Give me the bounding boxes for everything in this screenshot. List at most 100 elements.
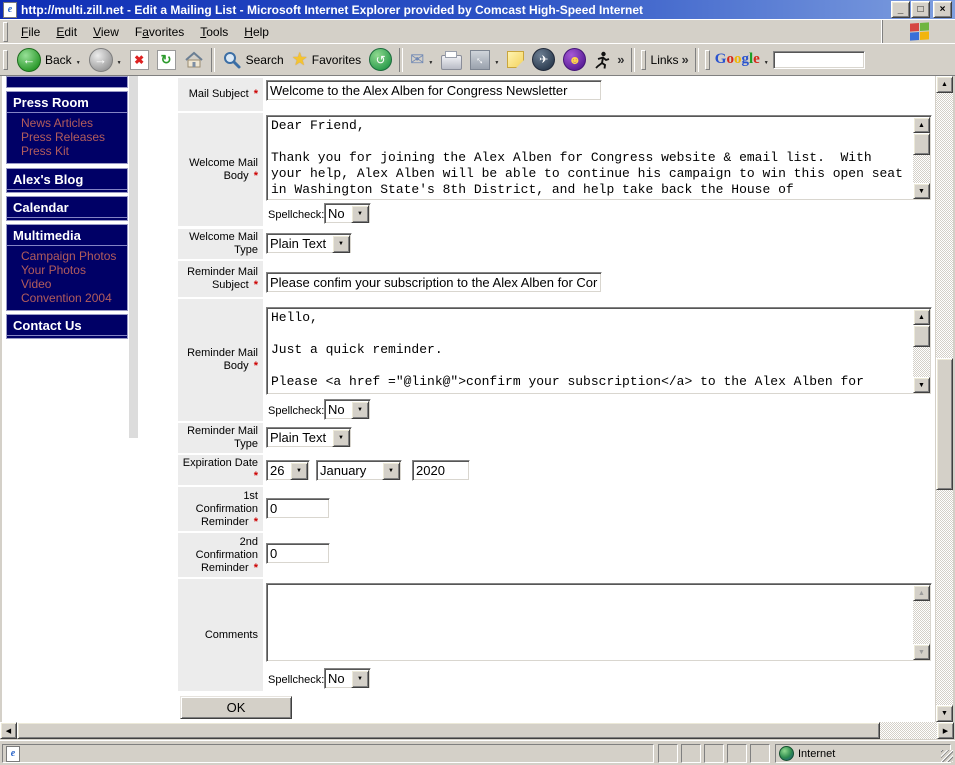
sidebar-item-press-room[interactable]: Press Room	[7, 92, 127, 113]
label-text: Expiration Date	[183, 457, 258, 469]
search-button[interactable]: Search	[218, 45, 288, 75]
scroll-track[interactable]	[913, 155, 930, 183]
dropdown-button[interactable]	[290, 462, 308, 480]
refresh-button[interactable]: ↻	[153, 45, 180, 75]
edit-dropdown-caret[interactable]	[494, 53, 499, 67]
vertical-scroll-thumb[interactable]	[936, 358, 953, 490]
scroll-track[interactable]	[913, 347, 930, 377]
menu-favorites[interactable]: Favorites	[127, 22, 192, 42]
comments-textarea[interactable]	[266, 583, 932, 662]
sidebar-item-contact-us[interactable]: Contact Us	[7, 315, 127, 336]
title-bar[interactable]: e http://multi.zill.net - Edit a Mailing…	[0, 0, 955, 19]
comments-spellcheck-select[interactable]: No	[324, 668, 371, 689]
aim-button[interactable]	[590, 45, 614, 75]
scroll-left-button[interactable]: ◀	[0, 722, 17, 739]
popup-blocker-button[interactable]: ✈	[528, 45, 559, 75]
maximize-button[interactable]: □	[911, 1, 930, 18]
toolbar-drag-grip[interactable]	[3, 50, 8, 70]
mail-button[interactable]: ✉	[406, 45, 437, 75]
scroll-up-button[interactable]: ▲	[913, 117, 930, 133]
first-confirmation-reminder-input[interactable]	[266, 498, 330, 519]
back-dropdown-caret[interactable]	[76, 53, 81, 67]
scroll-thumb[interactable]	[913, 133, 930, 155]
google-logo[interactable]: Google	[715, 51, 760, 68]
close-button[interactable]: ×	[933, 1, 952, 18]
ok-button[interactable]: OK	[180, 696, 292, 719]
menu-tools[interactable]: Tools	[192, 22, 236, 42]
scroll-right-button[interactable]: ▶	[937, 722, 954, 739]
expiration-day-select[interactable]: 26	[266, 460, 310, 481]
scroll-thumb[interactable]	[913, 325, 930, 347]
notes-button[interactable]	[503, 45, 528, 75]
edit-button[interactable]: ↔	[466, 45, 503, 75]
scroll-down-button[interactable]: ▼	[936, 705, 953, 722]
menu-file[interactable]: File	[13, 22, 48, 42]
select-value: No	[325, 206, 350, 221]
dropdown-button[interactable]	[351, 670, 369, 688]
required-marker: *	[254, 470, 258, 482]
sidebar-item-multimedia[interactable]: Multimedia	[7, 225, 127, 246]
sidebar-item-press-releases[interactable]: Press Releases	[7, 130, 127, 144]
back-button[interactable]: ← Back	[13, 45, 85, 75]
yahoo-messenger-button[interactable]: ☻	[559, 45, 590, 75]
search-icon	[222, 50, 242, 70]
expiration-year-input[interactable]	[412, 460, 470, 481]
links-drag-grip[interactable]	[641, 50, 646, 70]
label-reminder-mail-type: Reminder Mail Type	[178, 423, 263, 453]
welcome-body-spellcheck-select[interactable]: No	[324, 203, 371, 224]
sidebar-item-alexs-blog[interactable]: Alex's Blog	[7, 169, 127, 190]
favorites-button[interactable]: ★ Favorites	[288, 45, 366, 75]
dropdown-button[interactable]	[351, 401, 369, 419]
links-overflow-chevron[interactable]: »	[679, 52, 692, 67]
blocked-plane-icon: ✈	[532, 48, 555, 71]
sidebar-item-press-kit[interactable]: Press Kit	[7, 144, 127, 158]
welcome-mail-body-textarea[interactable]: Dear Friend, Thank you for joining the A…	[266, 115, 932, 201]
sidebar-item-news-articles[interactable]: News Articles	[7, 116, 127, 130]
menu-edit[interactable]: Edit	[48, 22, 85, 42]
required-marker: *	[254, 360, 258, 372]
reminder-body-spellcheck-select[interactable]: No	[324, 399, 371, 420]
sidebar-item-calendar[interactable]: Calendar	[7, 197, 127, 218]
scroll-down-button: ▼	[913, 644, 930, 660]
menu-view[interactable]: View	[85, 22, 127, 42]
sidebar-item-your-photos[interactable]: Your Photos	[7, 263, 127, 277]
home-button[interactable]	[180, 45, 208, 75]
google-drag-grip[interactable]	[705, 50, 710, 70]
history-button[interactable]: ↺	[365, 45, 396, 75]
reminder-mail-type-select[interactable]: Plain Text	[266, 427, 352, 448]
horizontal-scroll-thumb[interactable]	[17, 722, 880, 739]
second-confirmation-reminder-input[interactable]	[266, 543, 330, 564]
mail-dropdown-caret[interactable]	[428, 53, 433, 67]
expiration-month-select[interactable]: January	[316, 460, 402, 481]
minimize-button[interactable]: _	[891, 1, 910, 18]
menu-help[interactable]: Help	[236, 22, 277, 42]
forward-dropdown-caret[interactable]	[117, 53, 122, 67]
sidebar-item-campaign-photos[interactable]: Campaign Photos	[7, 249, 127, 263]
label-text: Reminder Mail Subject	[187, 266, 258, 291]
mail-subject-input[interactable]	[266, 80, 602, 101]
google-search-input[interactable]	[773, 51, 865, 69]
google-dropdown-caret[interactable]	[764, 51, 769, 69]
welcome-mail-type-select[interactable]: Plain Text	[266, 233, 352, 254]
scroll-up-button[interactable]: ▲	[913, 309, 930, 325]
sidebar-item-video[interactable]: Video	[7, 277, 127, 291]
reminder-mail-body-textarea[interactable]: Hello, Just a quick reminder. Please <a …	[266, 307, 932, 395]
scroll-down-button[interactable]: ▼	[913, 377, 930, 393]
print-button[interactable]	[437, 45, 466, 75]
sidebar-item-convention-2004[interactable]: Convention 2004	[7, 291, 127, 305]
menu-drag-grip[interactable]	[3, 22, 8, 42]
stop-button[interactable]: ✖	[126, 45, 153, 75]
reminder-mail-subject-input[interactable]	[266, 272, 602, 293]
status-pane	[704, 744, 724, 763]
dropdown-button[interactable]	[351, 205, 369, 223]
dropdown-button[interactable]	[332, 429, 350, 447]
toolbar-overflow-chevron[interactable]: »	[614, 52, 627, 67]
forward-button[interactable]: →	[85, 45, 126, 75]
scroll-up-button[interactable]: ▲	[936, 76, 953, 93]
back-label: Back	[45, 53, 72, 67]
scroll-down-button[interactable]: ▼	[913, 183, 930, 199]
resize-grip[interactable]	[941, 750, 953, 762]
label-text: 2nd Confirmation Reminder	[196, 536, 258, 574]
dropdown-button[interactable]	[332, 235, 350, 253]
dropdown-button[interactable]	[382, 462, 400, 480]
